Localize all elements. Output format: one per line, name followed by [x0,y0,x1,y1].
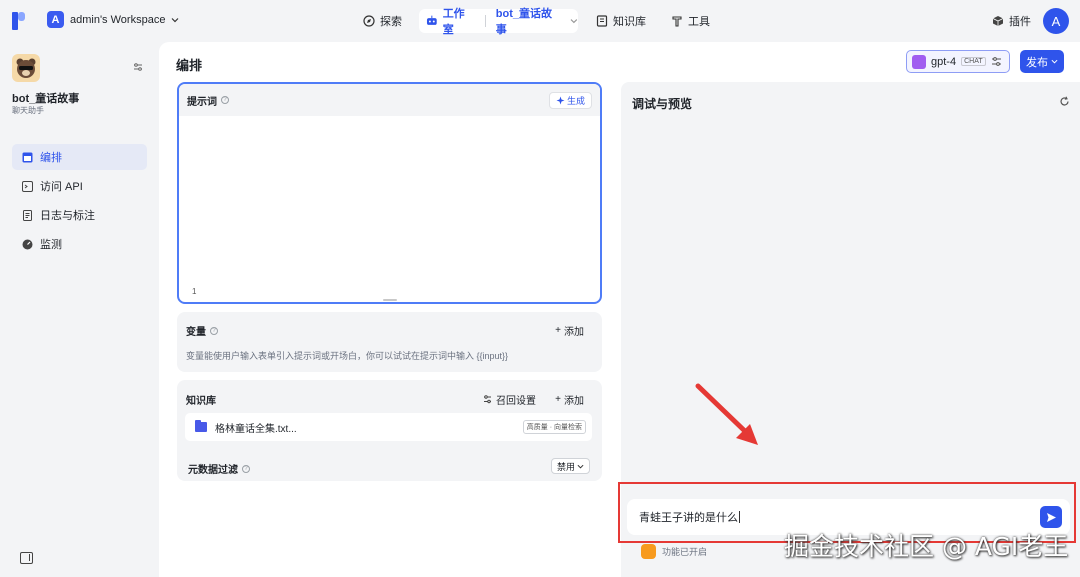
help-icon[interactable]: ? [221,96,229,104]
bear-icon [16,58,36,78]
chevron-down-icon [1051,59,1058,64]
top-bar: A admin's Workspace 探索 工作室 bot_童话故事 知识库 … [0,0,1080,42]
nav-knowledge[interactable]: 知识库 [596,9,646,33]
cube-icon [992,16,1004,26]
workspace-switcher[interactable]: A admin's Workspace [47,11,179,28]
sliders-icon [991,57,1001,66]
add-variable-button[interactable]: + 添加 [555,323,584,338]
book-icon [596,15,608,27]
plus-icon: + [555,325,561,336]
gauge-icon [22,239,33,249]
feature-icon [641,544,656,559]
user-avatar[interactable]: A [1043,8,1069,34]
terminal-icon [22,180,33,192]
workspace-name: admin's Workspace [70,13,166,26]
nav-tools[interactable]: 工具 [671,9,710,33]
model-mode-badge: CHAT [961,57,986,66]
sidebar: bot_童话故事 聊天助手 编排 访问 API 日志与标注 监测 [0,42,158,577]
watermark: 掘金技术社区 @ AGI老王 [784,532,1069,561]
variables-section: 变量 ? + 添加 变量能使用户输入表单引入提示词或开场白，你可以试试在提示词中… [177,312,602,372]
layout-icon [22,152,33,162]
prompt-editor[interactable]: 提示词 ? 生成 1 [177,82,602,304]
metadata-filter-select[interactable]: 禁用 [550,458,590,474]
compass-icon [363,15,375,27]
resize-handle[interactable] [383,299,397,301]
variables-description: 变量能使用户输入表单引入提示词或开场白，你可以试试在提示词中输入 {{input… [186,351,509,361]
sidebar-item-api[interactable]: 访问 API [12,173,147,199]
metadata-filter-label: 元数据过滤 [188,465,238,476]
chevron-down-icon [172,17,179,22]
nav-explore[interactable]: 探索 [363,9,402,33]
add-knowledge-button[interactable]: + 添加 [555,392,584,407]
prompt-title: 提示词 [187,96,217,108]
sidebar-item-monitor[interactable]: 监测 [12,231,147,257]
knowledge-item-name: 格林童话全集.txt... [215,423,297,435]
annotation-arrow [695,383,758,445]
prompt-header: 提示词 ? [179,84,600,116]
recall-settings-button[interactable]: 召回设置 [483,392,536,407]
bot-type: 聊天助手 [12,106,44,115]
model-name: gpt-4 [931,55,957,68]
sidebar-item-logs[interactable]: 日志与标注 [12,202,147,228]
nav-studio[interactable]: 工作室 bot_童话故事 [419,8,578,36]
openai-icon [912,54,926,69]
knowledge-item[interactable]: 格林童话全集.txt... 高质量 · 向量检索 [185,413,592,441]
generate-button[interactable]: 生成 [548,92,592,109]
model-selector[interactable]: gpt-4 CHAT [906,50,1010,73]
collapse-sidebar-icon[interactable] [20,552,33,564]
knowledge-item-tag: 高质量 · 向量检索 [522,420,586,434]
settings-icon [484,395,491,404]
help-icon[interactable]: ? [242,464,250,473]
bot-name: bot_童话故事 [12,93,80,105]
debug-title: 调试与预览 [632,97,693,111]
line-number: 1 [192,287,197,296]
bot-avatar [12,54,40,82]
sliders-icon[interactable] [133,62,143,72]
sidebar-item-orchestrate[interactable]: 编排 [12,144,147,170]
nav-plugins[interactable]: 插件 [992,9,1031,33]
workspace-avatar: A [47,11,64,28]
variables-title: 变量 [186,327,206,338]
hammer-icon [672,16,682,27]
refresh-icon[interactable] [1059,96,1070,107]
feature-status: 功能已开启 [641,544,707,559]
folder-icon [195,420,207,432]
bot-tab-label: bot_童话故事 [495,8,553,36]
chevron-down-icon [577,464,584,469]
document-icon [23,209,32,221]
page-title: 编排 [176,58,203,73]
robot-icon [426,15,437,25]
plus-icon: + [555,394,561,405]
help-icon[interactable]: ? [210,326,218,335]
chevron-down-icon [570,19,578,24]
knowledge-section: 知识库 召回设置 + 添加 格林童话全集.txt... 高质量 · 向量检索 元… [177,380,602,481]
divider [484,15,486,27]
app-logo-icon[interactable] [12,12,26,30]
publish-button[interactable]: 发布 [1020,50,1064,73]
sparkle-icon [556,96,565,105]
nav-studio-label: 工作室 [442,8,465,36]
knowledge-title: 知识库 [186,396,216,407]
